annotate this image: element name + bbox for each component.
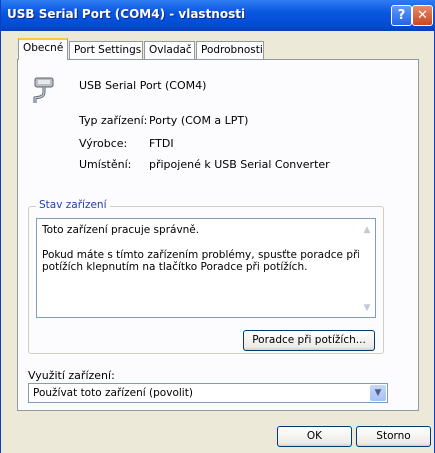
location-label: Umístění: (79, 158, 132, 171)
device-usage-selected: Používat toto zařízení (povolit) (33, 387, 193, 399)
status-scrollbar[interactable]: ▲ ▼ (359, 219, 375, 317)
device-type-label: Typ zařízení: (79, 114, 148, 127)
title-bar[interactable]: USB Serial Port (COM4) - vlastnosti ? ✕ (1, 0, 435, 31)
tab-details[interactable]: Podrobnosti (196, 41, 264, 59)
scroll-down-arrow-icon[interactable]: ▼ (361, 303, 373, 313)
device-name: USB Serial Port (COM4) (79, 79, 207, 92)
device-usage-label: Využití zařízení: (28, 369, 115, 382)
troubleshoot-button[interactable]: Poradce při potížích... (243, 330, 375, 351)
manufacturer-value: FTDI (149, 137, 174, 150)
tab-driver[interactable]: Ovladač (144, 41, 195, 59)
window-title: USB Serial Port (COM4) - vlastnosti (7, 7, 246, 21)
device-usage-select[interactable]: Používat toto zařízení (povolit) ▼ (28, 383, 388, 403)
ok-button[interactable]: OK (277, 426, 352, 447)
device-type-value: Porty (COM a LPT) (149, 114, 249, 127)
status-line-3: potížích klepnutím na tlačítko Poradce p… (42, 261, 308, 273)
tab-general[interactable]: Obecné (18, 38, 68, 60)
cancel-button[interactable]: Storno (356, 426, 431, 447)
status-line-1: Toto zařízení pracuje správně. (42, 224, 200, 236)
serial-port-icon (33, 77, 54, 103)
device-status-legend: Stav zařízení (36, 199, 110, 211)
tab-port-settings[interactable]: Port Settings (69, 41, 143, 59)
close-button[interactable]: ✕ (412, 5, 433, 26)
chevron-down-icon[interactable]: ▼ (370, 385, 386, 401)
help-button[interactable]: ? (391, 5, 412, 26)
manufacturer-label: Výrobce: (79, 137, 128, 150)
status-line-2: Pokud máte s tímto zařízením problémy, s… (42, 249, 361, 261)
location-value: připojené k USB Serial Converter (149, 158, 330, 171)
device-status-textbox[interactable]: Toto zařízení pracuje správně. Pokud mát… (36, 218, 376, 318)
scroll-up-arrow-icon[interactable]: ▲ (361, 225, 373, 235)
properties-dialog: USB Serial Port (COM4) - vlastnosti ? ✕ … (0, 0, 435, 453)
